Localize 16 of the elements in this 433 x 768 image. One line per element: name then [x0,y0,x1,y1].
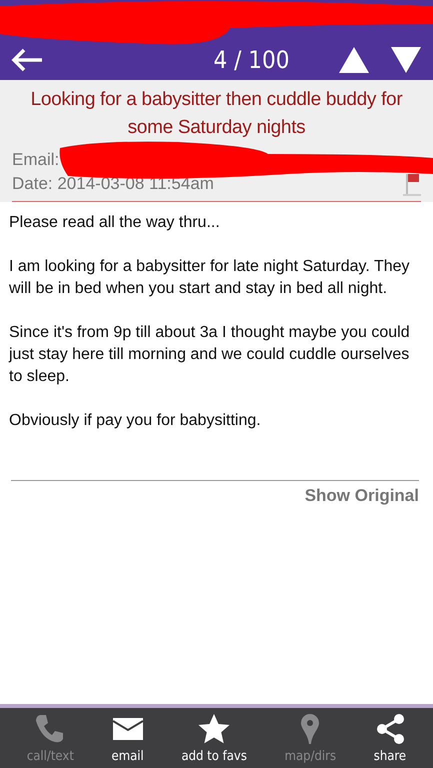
toolbar-button[interactable]: share [372,710,408,766]
up-arrow-icon[interactable] [339,47,369,73]
toolbar-button[interactable]: add to favs [179,710,249,766]
post-title: Looking for a babysitter then cuddle buddy for some Saturday nights [30,88,404,140]
message-paragraph: Please read all the way thru... [9,213,221,233]
star-icon [198,712,230,744]
toolbar-button[interactable]: email [110,710,146,766]
message-paragraph: Obviously if pay you for babysitting. [9,411,262,431]
show-original-link[interactable]: Show Original [304,486,419,505]
message-paragraph: I am looking for a babysitter for late night Saturday. They will be in bed when you start and stay in bed all night. [9,257,411,299]
flag-icon[interactable] [403,172,421,196]
post-counter: 4 / 100 [214,46,290,74]
message-paragraph: Since it's from 9p till about 3a I thought maybe you could just stay here till morning and we could cuddle ourselves to sleep. [9,323,411,387]
down-arrow-icon[interactable] [391,47,421,73]
email-label: Email: [12,150,60,169]
back-arrow-icon[interactable] [10,47,44,73]
